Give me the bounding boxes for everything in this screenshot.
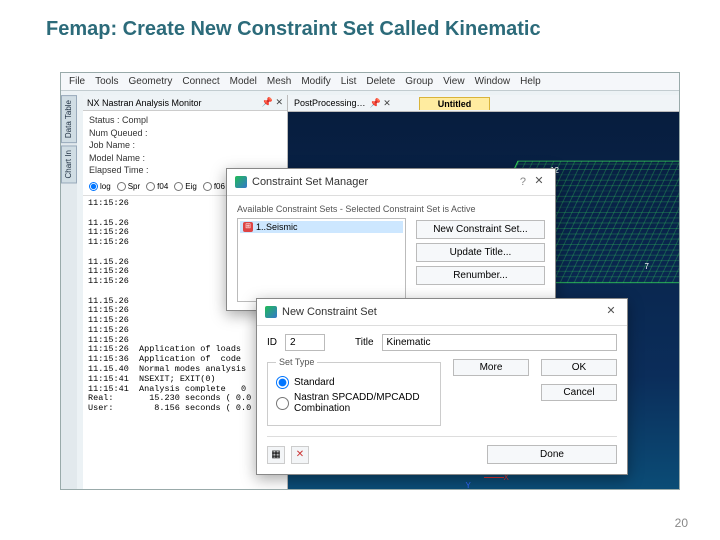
menu-bar: File Tools Geometry Connect Model Mesh M… xyxy=(61,73,679,91)
radio-spr[interactable]: Spr xyxy=(117,182,140,191)
list-item-label: 1..Seismic xyxy=(256,222,298,232)
radio-log[interactable]: log xyxy=(89,182,111,191)
radio-standard-label: Standard xyxy=(294,377,335,388)
monitor-jobname: Job Name : xyxy=(89,139,281,152)
new-constraint-set-dialog: New Constraint Set ✕ ID Title Set Type S… xyxy=(256,298,628,475)
menu-view[interactable]: View xyxy=(443,76,465,87)
menu-list[interactable]: List xyxy=(341,76,357,87)
sidetab-chart[interactable]: Chart In xyxy=(61,145,77,183)
radio-combination[interactable] xyxy=(276,397,289,410)
ok-button[interactable]: OK xyxy=(541,359,617,376)
help-icon[interactable]: ? xyxy=(520,176,526,188)
secondary-toolbar: PostProcessing… 📌 ✕ Untitled xyxy=(288,95,679,112)
sidetab-data-table[interactable]: Data Table xyxy=(61,95,77,143)
menu-model[interactable]: Model xyxy=(230,76,257,87)
close-icon[interactable]: ✕ xyxy=(603,304,619,320)
monitor-status: Status : Compl xyxy=(89,114,281,127)
title-field[interactable] xyxy=(382,334,617,351)
menu-tools[interactable]: Tools xyxy=(95,76,118,87)
radio-f04[interactable]: f04 xyxy=(146,182,168,191)
pin-icon[interactable]: 📌 ✕ xyxy=(370,98,391,109)
analysis-monitor-title: NX Nastran Analysis Monitor xyxy=(87,98,202,108)
monitor-modelname: Model Name : xyxy=(89,152,281,165)
radio-standard[interactable] xyxy=(276,376,289,389)
menu-file[interactable]: File xyxy=(69,76,85,87)
id-label: ID xyxy=(267,337,277,348)
more-button[interactable]: More xyxy=(453,359,529,376)
node-label-7: 7 xyxy=(645,262,649,271)
page-number: 20 xyxy=(675,516,688,530)
menu-connect[interactable]: Connect xyxy=(182,76,219,87)
update-title-button[interactable]: Update Title... xyxy=(416,243,545,262)
radio-f06[interactable]: f06 xyxy=(203,182,225,191)
menu-geometry[interactable]: Geometry xyxy=(128,76,172,87)
slide-title: Femap: Create New Constraint Set Called … xyxy=(46,18,541,41)
id-field[interactable] xyxy=(285,334,325,351)
constraint-icon: ⊞ xyxy=(243,222,253,232)
femap-window: File Tools Geometry Connect Model Mesh M… xyxy=(60,72,680,490)
side-tab-strip: Data Table Chart In xyxy=(61,95,77,489)
renumber-button[interactable]: Renumber... xyxy=(416,266,545,285)
done-button[interactable]: Done xyxy=(487,445,617,464)
constraint-set-manager-dialog: Constraint Set Manager ? ✕ Available Con… xyxy=(226,168,556,311)
close-icon[interactable]: ✕ xyxy=(531,174,547,190)
list-item[interactable]: ⊞ 1..Seismic xyxy=(240,221,403,233)
app-icon xyxy=(235,176,247,188)
tab-untitled[interactable]: Untitled xyxy=(419,97,491,110)
menu-window[interactable]: Window xyxy=(475,76,511,87)
menu-delete[interactable]: Delete xyxy=(366,76,395,87)
radio-combination-label: Nastran SPCADD/MPCADD Combination xyxy=(294,392,432,414)
menu-modify[interactable]: Modify xyxy=(301,76,330,87)
monitor-queued: Num Queued : xyxy=(89,127,281,140)
axis-y-icon: Y xyxy=(466,481,471,489)
app-icon xyxy=(265,306,277,318)
menu-mesh[interactable]: Mesh xyxy=(267,76,291,87)
pin-icon[interactable]: 📌 ✕ xyxy=(262,97,283,108)
cancel-button[interactable]: Cancel xyxy=(541,384,617,401)
dialog-title: Constraint Set Manager xyxy=(252,176,368,188)
toolbar-icon[interactable]: ▦ xyxy=(267,446,285,464)
menu-help[interactable]: Help xyxy=(520,76,541,87)
toolbar-icon[interactable]: ✕ xyxy=(291,446,309,464)
manager-caption: Available Constraint Sets - Selected Con… xyxy=(237,204,545,214)
radio-eig[interactable]: Eig xyxy=(174,182,197,191)
constraint-set-list[interactable]: ⊞ 1..Seismic xyxy=(237,218,406,302)
postprocessing-label[interactable]: PostProcessing… xyxy=(294,98,366,108)
set-type-legend: Set Type xyxy=(276,357,317,367)
title-label: Title xyxy=(355,337,374,348)
menu-group[interactable]: Group xyxy=(405,76,433,87)
dialog-title: New Constraint Set xyxy=(282,306,377,318)
new-constraint-set-button[interactable]: New Constraint Set... xyxy=(416,220,545,239)
